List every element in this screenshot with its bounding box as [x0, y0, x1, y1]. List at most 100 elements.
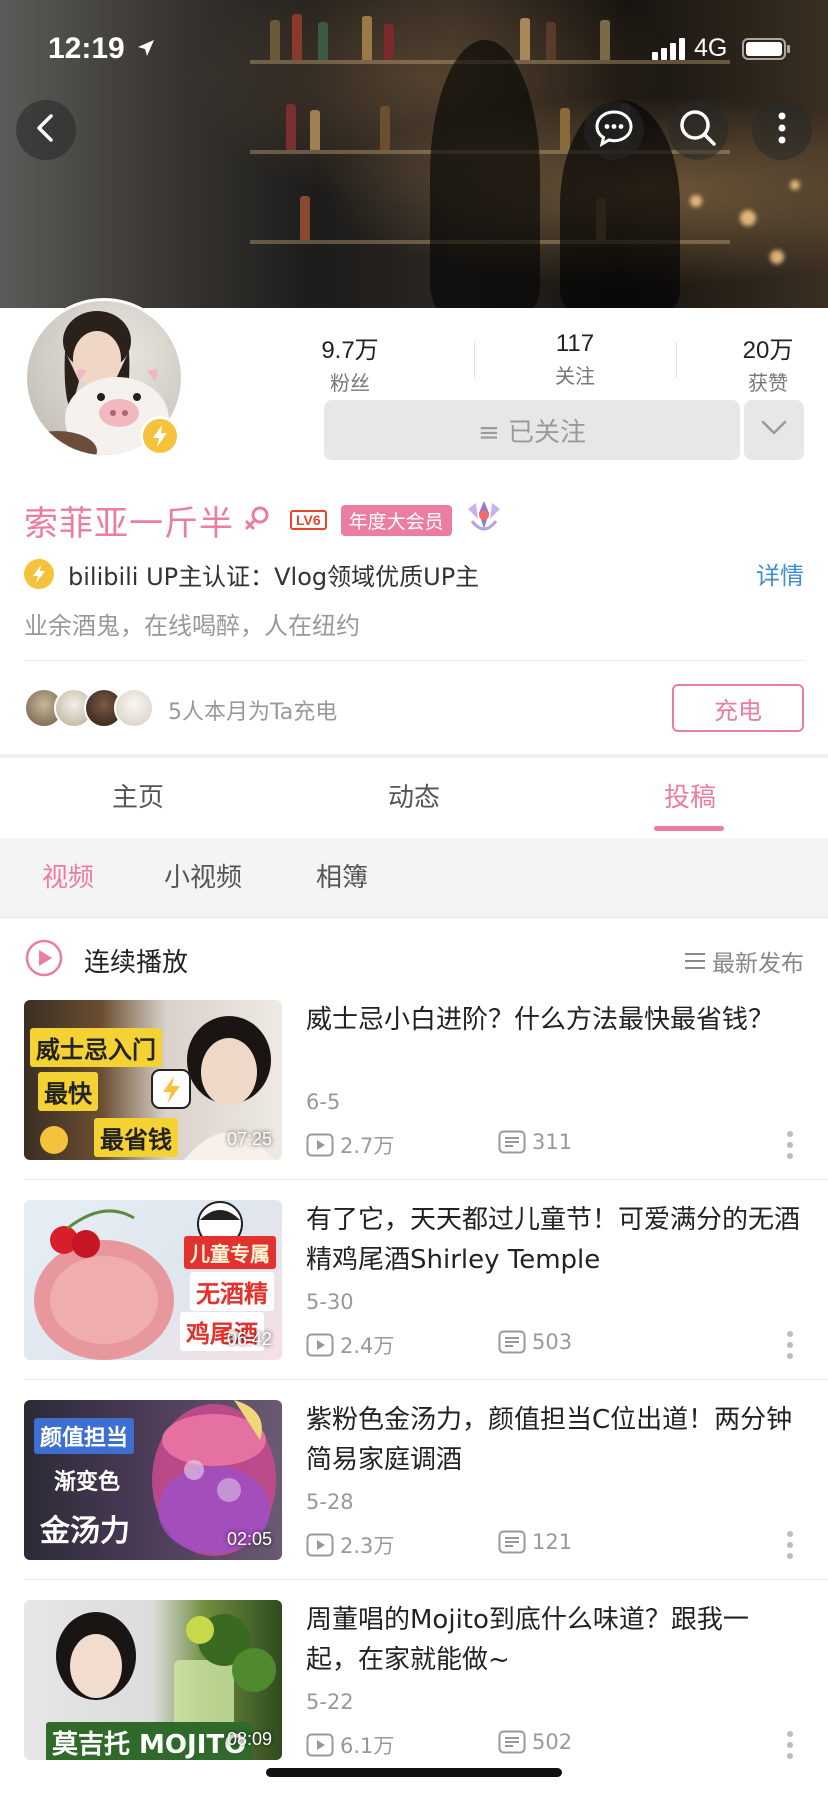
chevron-down-icon — [761, 420, 787, 440]
comment-count: 311 — [532, 1130, 573, 1154]
play-all-button[interactable]: 连续播放 — [84, 942, 188, 979]
video-comments: 502 — [498, 1730, 572, 1754]
more-button[interactable] — [752, 100, 812, 160]
chargers-count-text[interactable]: 5人本月为Ta充电 — [168, 694, 337, 726]
comment-count: 121 — [532, 1530, 573, 1554]
video-thumbnail[interactable]: 威士忌入门 最快 最省钱 07:25 — [24, 1000, 282, 1160]
tab-dynamics[interactable]: 动态 — [324, 758, 504, 838]
list-divider — [24, 1379, 828, 1380]
play-count-icon — [306, 1533, 334, 1557]
comment-count: 503 — [532, 1330, 573, 1354]
subtab-short-videos[interactable]: 小视频 — [164, 838, 242, 918]
back-button[interactable] — [16, 100, 76, 160]
video-title[interactable]: 威士忌小白进阶？什么方法最快最省钱？ — [306, 1000, 800, 1040]
video-title[interactable]: 紫粉色金汤力，颜值担当C位出道！两分钟简易家庭调酒 — [306, 1400, 800, 1480]
stat-label: 获赞 — [748, 371, 788, 395]
view-count: 2.3万 — [340, 1534, 395, 1558]
battery-icon — [742, 38, 792, 65]
video-thumbnail[interactable]: 莫吉托 MOJITO 08:09 — [24, 1600, 282, 1760]
followed-button[interactable]: ≡ 已关注 — [324, 400, 740, 460]
view-count: 2.4万 — [340, 1334, 395, 1358]
video-duration: 07:25 — [226, 1129, 272, 1149]
list-divider — [24, 1179, 828, 1180]
video-date: 5-30 — [306, 1290, 354, 1314]
stat-following[interactable]: 117 关注 — [505, 330, 645, 389]
lightning-icon — [24, 559, 54, 589]
thumbnail-caption: 渐变色 — [54, 1470, 121, 1495]
search-button[interactable] — [668, 100, 728, 160]
network-type: 4G — [694, 34, 728, 62]
more-vertical-icon[interactable] — [786, 1130, 794, 1160]
list-divider — [24, 1579, 828, 1580]
profile-stats: 9.7万 粉丝 117 关注 20万 获赞 — [280, 330, 800, 395]
thumbnail-caption: 最省钱 — [94, 1118, 178, 1157]
charge-button[interactable]: 充电 — [672, 684, 804, 732]
stat-label: 粉丝 — [330, 371, 370, 395]
video-views: 2.4万 — [306, 1330, 394, 1360]
comment-count: 502 — [532, 1730, 573, 1754]
sort-dropdown[interactable]: 最新发布 — [684, 944, 804, 978]
video-item[interactable]: 威士忌入门 最快 最省钱 07:25 威士忌小白进阶？什么方法最快最省钱？ 6-… — [0, 1000, 828, 1200]
level-badge: LV6 — [290, 510, 327, 530]
view-count: 6.1万 — [340, 1734, 395, 1758]
chevron-left-icon — [34, 113, 58, 147]
comment-count-icon — [498, 1730, 526, 1754]
view-count: 2.7万 — [340, 1134, 395, 1158]
stat-value: 117 — [555, 330, 595, 357]
subtab-albums[interactable]: 相簿 — [316, 838, 368, 918]
location-arrow-icon — [136, 38, 156, 63]
name-row: 索菲亚一斤半 LV6 年度大会员 — [24, 498, 504, 544]
more-vertical-icon[interactable] — [786, 1530, 794, 1560]
video-item[interactable]: 儿童专属 无酒精 鸡尾酒 06:42 有了它，天天都过儿童节！可爱满分的无酒精鸡… — [0, 1200, 828, 1400]
charger-avatar[interactable] — [114, 688, 154, 728]
play-count-icon — [306, 1733, 334, 1757]
thumbnail-caption: 莫吉托 MOJITO — [46, 1722, 253, 1760]
home-indicator[interactable] — [266, 1768, 562, 1777]
follow-options-button[interactable] — [744, 400, 804, 460]
thumbnail-caption: 金汤力 — [40, 1514, 130, 1549]
stat-value: 9.7万 — [321, 337, 379, 364]
certification-text: bilibili UP主认证：Vlog领域优质UP主 — [68, 562, 480, 591]
certification-row: bilibili UP主认证：Vlog领域优质UP主 详情 — [24, 556, 804, 592]
thumbnail-caption: 威士忌入门 — [30, 1028, 162, 1067]
thumbnail-caption: 颜值担当 — [34, 1418, 135, 1454]
video-views: 6.1万 — [306, 1730, 394, 1760]
sort-label: 最新发布 — [712, 951, 804, 977]
stat-divider — [474, 342, 475, 378]
video-views: 2.3万 — [306, 1530, 394, 1560]
thumbnail-caption: 最快 — [38, 1072, 98, 1111]
stat-likes: 20万 获赞 — [698, 330, 828, 396]
video-item[interactable]: 颜值担当 渐变色 金汤力 02:05 紫粉色金汤力，颜值担当C位出道！两分钟简易… — [0, 1400, 828, 1600]
status-bar: 12:19 4G — [0, 28, 828, 72]
message-button[interactable] — [584, 100, 644, 160]
vip-badge[interactable]: 年度大会员 — [340, 504, 452, 536]
play-circle-icon[interactable] — [24, 938, 64, 982]
video-date: 5-28 — [306, 1490, 354, 1514]
search-icon — [678, 108, 718, 152]
stat-fans[interactable]: 9.7万 粉丝 — [280, 330, 420, 396]
video-thumbnail[interactable]: 颜值担当 渐变色 金汤力 02:05 — [24, 1400, 282, 1560]
play-count-icon — [306, 1133, 334, 1157]
status-time: 12:19 — [48, 32, 125, 65]
subtab-videos[interactable]: 视频 — [42, 838, 94, 918]
video-title[interactable]: 有了它，天天都过儿童节！可爱满分的无酒精鸡尾酒Shirley Temple — [306, 1200, 800, 1280]
stat-value: 20万 — [742, 337, 794, 364]
medal-icon[interactable] — [464, 499, 504, 541]
playlist-row: 连续播放 最新发布 — [24, 934, 804, 984]
user-bio: 业余酒鬼，在线喝醉，人在纽约 — [24, 612, 360, 640]
certification-detail-link[interactable]: 详情 — [756, 556, 804, 591]
video-title[interactable]: 周董唱的Mojito到底什么味道？跟我一起，在家就能做~ — [306, 1600, 800, 1680]
more-vertical-icon[interactable] — [786, 1330, 794, 1360]
more-vertical-icon[interactable] — [786, 1730, 794, 1760]
stat-label: 关注 — [555, 364, 595, 388]
stat-divider — [676, 342, 677, 378]
video-date: 5-22 — [306, 1690, 354, 1714]
video-comments: 503 — [498, 1330, 572, 1354]
comment-count-icon — [498, 1330, 526, 1354]
signal-strength-icon — [652, 38, 686, 65]
video-thumbnail[interactable]: 儿童专属 无酒精 鸡尾酒 06:42 — [24, 1200, 282, 1360]
tab-home[interactable]: 主页 — [48, 758, 228, 838]
submission-subtabs: 视频 小视频 相簿 — [0, 838, 828, 918]
thumbnail-caption: 儿童专属 — [184, 1236, 276, 1269]
video-views: 2.7万 — [306, 1130, 394, 1160]
